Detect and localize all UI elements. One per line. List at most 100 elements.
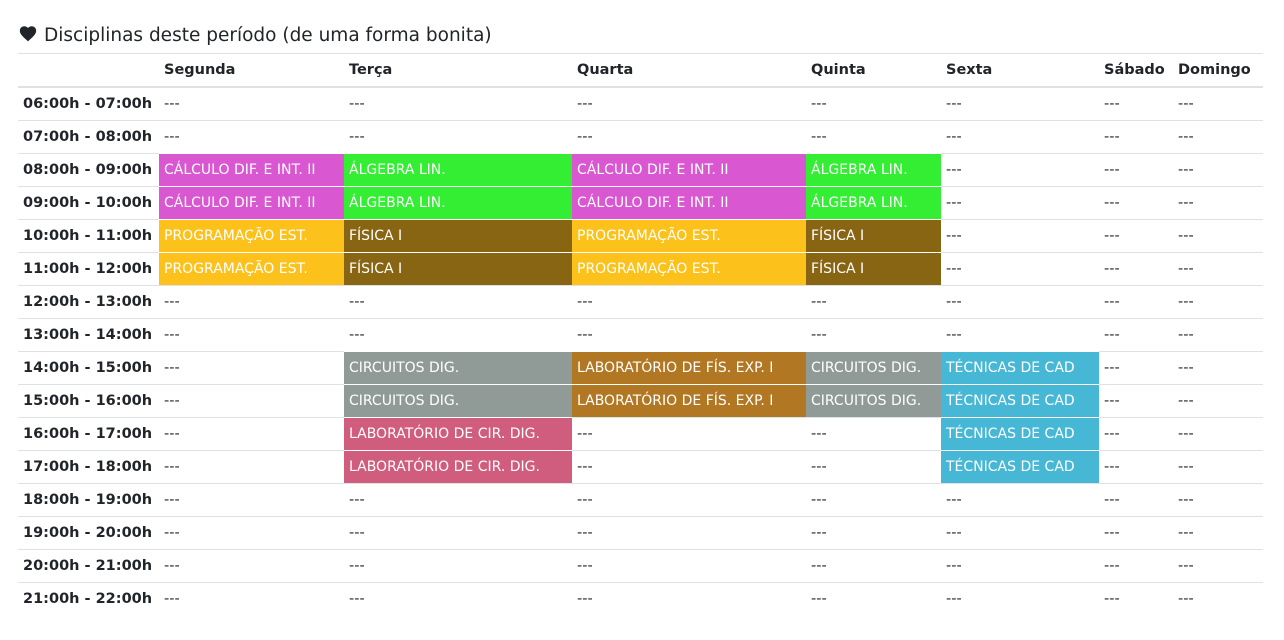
empty-cell-segunda: --- [159,582,344,615]
empty-cell-segunda: --- [159,86,344,121]
empty-cell-domingo: --- [1173,285,1263,319]
empty-cell-sabado: --- [1099,252,1173,286]
course-cell-sexta: TÉCNICAS DE CAD [941,450,1099,484]
time-slot-label: 07:00h - 08:00h [18,120,159,154]
time-slot-label: 08:00h - 09:00h [18,153,159,187]
empty-cell-quinta: --- [806,318,941,352]
course-cell-terca: ÁLGEBRA LIN. [344,153,572,187]
empty-cell-sexta: --- [941,483,1099,517]
course-cell-segunda: CÁLCULO DIF. E INT. II [159,186,344,220]
header-day-sabado: Sábado [1099,53,1173,88]
empty-cell-sexta: --- [941,86,1099,121]
time-slot-label: 14:00h - 15:00h [18,351,159,385]
course-cell-quinta: CIRCUITOS DIG. [806,384,941,418]
empty-cell-sabado: --- [1099,384,1173,418]
time-slot-label: 15:00h - 16:00h [18,384,159,418]
empty-cell-quinta: --- [806,483,941,517]
header-day-domingo: Domingo [1173,53,1263,88]
course-cell-quinta: CIRCUITOS DIG. [806,351,941,385]
empty-cell-terca: --- [344,318,572,352]
table-row: 12:00h - 13:00h --- --- --- --- --- --- --- [18,285,1263,319]
empty-cell-sabado: --- [1099,582,1173,615]
course-cell-quarta: LABORATÓRIO DE FÍS. EXP. I [572,351,806,385]
empty-cell-domingo: --- [1173,120,1263,154]
empty-cell-sabado: --- [1099,219,1173,253]
table-row: 17:00h - 18:00h --- LABORATÓRIO DE CIR. DI… [18,450,1263,484]
course-cell-segunda: PROGRAMAÇÃO EST. [159,252,344,286]
schedule-panel: Disciplinas deste período (de uma forma … [18,22,1263,615]
table-row: 13:00h - 14:00h --- --- --- --- --- --- --- [18,318,1263,352]
table-row: 20:00h - 21:00h --- --- --- --- --- --- --- [18,549,1263,583]
table-row: 21:00h - 22:00h --- --- --- --- --- --- --- [18,582,1263,615]
empty-cell-quinta: --- [806,516,941,550]
course-cell-sexta: TÉCNICAS DE CAD [941,417,1099,451]
empty-cell-sabado: --- [1099,285,1173,319]
table-row: 18:00h - 19:00h --- --- --- --- --- --- --- [18,483,1263,517]
course-cell-quinta: FÍSICA I [806,219,941,253]
empty-cell-sabado: --- [1099,318,1173,352]
time-slot-label: 19:00h - 20:00h [18,516,159,550]
header-day-segunda: Segunda [159,53,344,88]
table-header: Segunda Terça Quarta Quinta Sexta Sábado… [18,53,1263,88]
empty-cell-domingo: --- [1173,252,1263,286]
empty-cell-quarta: --- [572,483,806,517]
empty-cell-sabado: --- [1099,351,1173,385]
empty-cell-quinta: --- [806,285,941,319]
empty-cell-terca: --- [344,483,572,517]
empty-cell-sabado: --- [1099,153,1173,187]
empty-cell-sexta: --- [941,120,1099,154]
empty-cell-terca: --- [344,120,572,154]
course-cell-quarta: PROGRAMAÇÃO EST. [572,219,806,253]
empty-cell-quarta: --- [572,582,806,615]
empty-cell-segunda: --- [159,285,344,319]
empty-cell-sexta: --- [941,516,1099,550]
empty-cell-segunda: --- [159,384,344,418]
course-cell-quarta: PROGRAMAÇÃO EST. [572,252,806,286]
course-cell-quarta: LABORATÓRIO DE FÍS. EXP. I [572,384,806,418]
empty-cell-domingo: --- [1173,582,1263,615]
table-row: 10:00h - 11:00h PROGRAMAÇÃO EST. FÍSICA IP… [18,219,1263,253]
heart-icon [18,24,44,47]
empty-cell-quarta: --- [572,450,806,484]
empty-cell-sabado: --- [1099,483,1173,517]
empty-cell-sabado: --- [1099,186,1173,220]
empty-cell-domingo: --- [1173,153,1263,187]
empty-cell-quinta: --- [806,549,941,583]
table-row: 08:00h - 09:00h CÁLCULO DIF. E INT. II ÁLG… [18,153,1263,187]
empty-cell-sexta: --- [941,153,1099,187]
table-row: 15:00h - 16:00h --- CIRCUITOS DIG. LABORATÓ… [18,384,1263,418]
table-row: 11:00h - 12:00h PROGRAMAÇÃO EST. FÍSICA IP… [18,252,1263,286]
course-cell-terca: FÍSICA I [344,252,572,286]
empty-cell-sexta: --- [941,318,1099,352]
empty-cell-quarta: --- [572,549,806,583]
empty-cell-segunda: --- [159,351,344,385]
course-cell-quarta: CÁLCULO DIF. E INT. II [572,153,806,187]
empty-cell-segunda: --- [159,417,344,451]
empty-cell-sexta: --- [941,285,1099,319]
course-cell-sexta: TÉCNICAS DE CAD [941,351,1099,385]
table-row: 14:00h - 15:00h --- CIRCUITOS DIG. LABORATÓ… [18,351,1263,385]
empty-cell-domingo: --- [1173,186,1263,220]
empty-cell-sexta: --- [941,549,1099,583]
time-slot-label: 20:00h - 21:00h [18,549,159,583]
empty-cell-quinta: --- [806,450,941,484]
course-cell-quinta: FÍSICA I [806,252,941,286]
header-day-quinta: Quinta [806,53,941,88]
empty-cell-quarta: --- [572,516,806,550]
empty-cell-sabado: --- [1099,120,1173,154]
time-slot-label: 13:00h - 14:00h [18,318,159,352]
table-body: 06:00h - 07:00h --- --- --- --- --- --- --- 07:0… [18,86,1263,615]
empty-cell-domingo: --- [1173,549,1263,583]
empty-cell-quinta: --- [806,417,941,451]
empty-cell-domingo: --- [1173,86,1263,121]
empty-cell-sexta: --- [941,219,1099,253]
empty-cell-segunda: --- [159,516,344,550]
empty-cell-quinta: --- [806,582,941,615]
table-row: 19:00h - 20:00h --- --- --- --- --- --- --- [18,516,1263,550]
empty-cell-domingo: --- [1173,384,1263,418]
empty-cell-domingo: --- [1173,351,1263,385]
time-slot-label: 10:00h - 11:00h [18,219,159,253]
empty-cell-sabado: --- [1099,516,1173,550]
empty-cell-terca: --- [344,582,572,615]
empty-cell-sexta: --- [941,252,1099,286]
